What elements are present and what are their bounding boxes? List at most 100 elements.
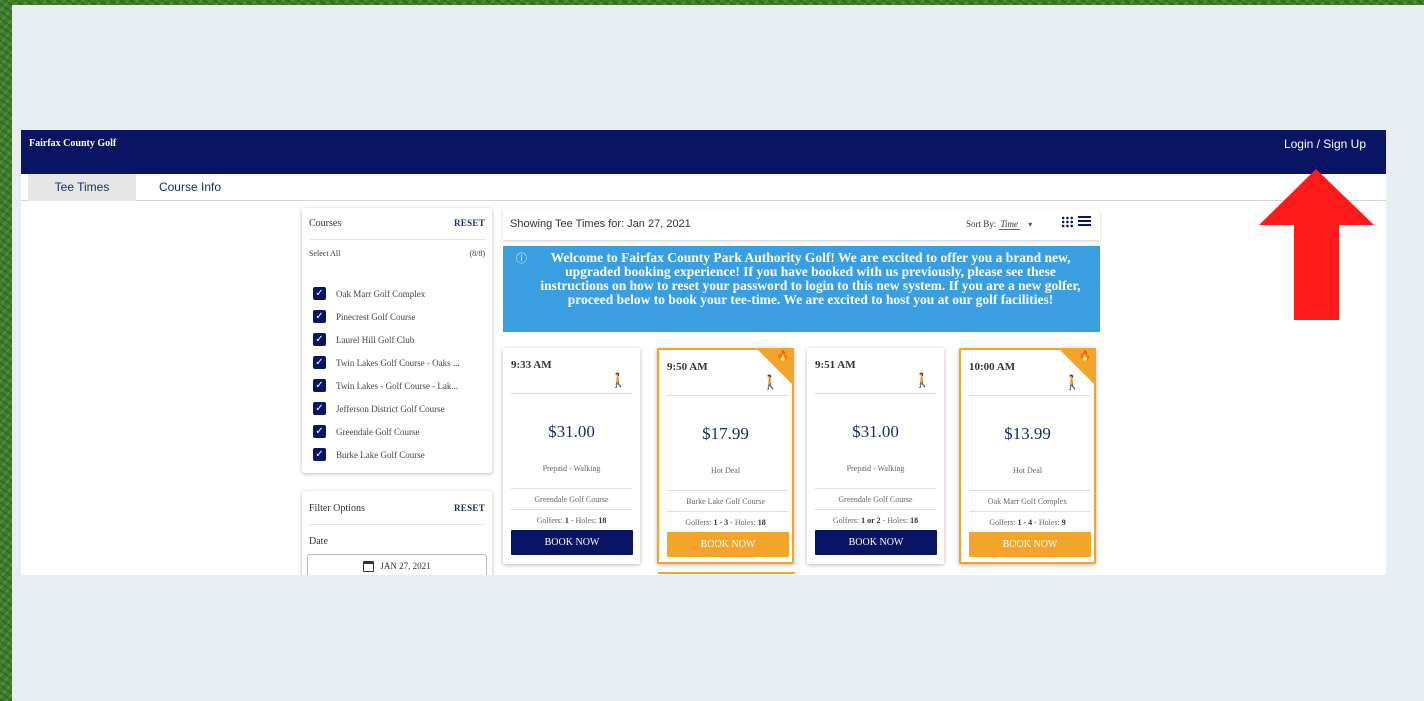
book-now-button[interactable]: BOOK NOW <box>969 532 1091 557</box>
chevron-down-icon[interactable]: ▾ <box>1028 220 1032 229</box>
walking-icon: 🚶 <box>609 373 627 389</box>
select-all-link[interactable]: Select All <box>309 249 340 258</box>
tee-time-card[interactable]: 9:33 AM 🚶 $31.00 Prepaid - Walking Green… <box>503 348 640 564</box>
checkbox-checked-icon[interactable]: ✓ <box>313 333 326 346</box>
course-item-jefferson-district[interactable]: ✓ Jefferson District Golf Course <box>313 397 485 420</box>
course-item-burke-lake[interactable]: ✓ Burke Lake Golf Course <box>313 443 485 466</box>
tab-course-info[interactable]: Course Info <box>136 174 244 201</box>
next-card-peek <box>658 572 795 575</box>
checkbox-checked-icon[interactable]: ✓ <box>313 425 326 438</box>
tee-time-card-hot-deal[interactable]: 🔥 10:00 AM 🚶 $13.99 Hot Deal Oak Marr Go… <box>959 348 1096 564</box>
divider <box>309 239 485 240</box>
divider <box>969 511 1090 512</box>
price: $13.99 <box>1004 424 1051 443</box>
welcome-banner: ⓘ Welcome to Fairfax County Park Authori… <box>503 246 1100 332</box>
rate-type: Prepaid - Walking <box>542 464 601 473</box>
golfers-holes: Golfers: 1 - 4 - Holes: 9 <box>989 518 1066 527</box>
tee-time-card[interactable]: 9:51 AM 🚶 $31.00 Prepaid - Walking Green… <box>807 348 944 564</box>
courses-title: Courses <box>309 218 342 229</box>
course-count: (8/8) <box>469 249 485 258</box>
date-value: JAN 27, 2021 <box>380 561 431 571</box>
sort-select[interactable]: Time <box>998 219 1021 230</box>
top-navbar: Fairfax County Golf Login / Sign Up <box>21 130 1386 174</box>
list-view-icon[interactable] <box>1078 216 1091 228</box>
course-item-laurel-hill[interactable]: ✓ Laurel Hill Golf Club <box>313 328 485 351</box>
filter-options-panel: Filter Options RESET Date JAN 27, 2021 <box>302 491 492 575</box>
date-picker[interactable]: JAN 27, 2021 <box>307 554 487 575</box>
flame-icon: 🔥 <box>776 351 789 362</box>
course-item-twin-lakes-oaks[interactable]: ✓ Twin Lakes Golf Course - Oaks ... <box>313 351 485 374</box>
checkbox-checked-icon[interactable]: ✓ <box>313 310 326 323</box>
course-item-pinecrest[interactable]: ✓ Pinecrest Golf Course <box>313 305 485 328</box>
sort-control: Sort By: Time ▾ <box>966 219 1032 230</box>
tee-time: 9:33 AM <box>511 359 552 371</box>
checkbox-checked-icon[interactable]: ✓ <box>313 287 326 300</box>
courses-panel: Courses RESET Select All (8/8) ✓ Oak Mar… <box>302 208 492 473</box>
course-label: Pinecrest Golf Course <box>336 311 416 322</box>
walking-icon: 🚶 <box>761 375 779 391</box>
calendar-icon <box>363 560 375 572</box>
tab-tee-times[interactable]: Tee Times <box>28 174 136 201</box>
booking-app: Fairfax County Golf Login / Sign Up Tee … <box>21 130 1386 575</box>
course-name: Greendale Golf Course <box>838 495 913 504</box>
course-label: Oak Marr Golf Complex <box>336 288 426 299</box>
course-label: Jefferson District Golf Course <box>336 403 445 414</box>
course-label: Twin Lakes Golf Course - Oaks ... <box>336 357 460 368</box>
divider <box>969 395 1090 396</box>
course-label: Burke Lake Golf Course <box>336 449 425 460</box>
divider <box>815 393 936 394</box>
golfers-holes: Golfers: 1 - 3 - Holes: 18 <box>685 518 766 527</box>
rate-type: Hot Deal <box>710 466 741 475</box>
courses-reset-button[interactable]: RESET <box>454 218 485 228</box>
book-now-button[interactable]: BOOK NOW <box>815 530 937 555</box>
course-item-greendale[interactable]: ✓ Greendale Golf Course <box>313 420 485 443</box>
divider <box>309 524 485 525</box>
divider <box>815 509 936 510</box>
course-name: Oak Marr Golf Complex <box>987 497 1068 506</box>
tee-time-card-hot-deal[interactable]: 🔥 9:50 AM 🚶 $17.99 Hot Deal Burke Lake G… <box>657 348 794 564</box>
divider <box>511 393 632 394</box>
checkbox-checked-icon[interactable]: ✓ <box>313 448 326 461</box>
showing-tee-times-label: Showing Tee Times for: Jan 27, 2021 <box>510 218 691 230</box>
divider <box>815 488 936 489</box>
tee-time: 9:50 AM <box>667 361 708 373</box>
rate-type: Hot Deal <box>1012 466 1043 475</box>
course-item-oak-marr[interactable]: ✓ Oak Marr Golf Complex <box>313 282 485 305</box>
grid-view-icon[interactable] <box>1061 216 1074 228</box>
book-now-button[interactable]: BOOK NOW <box>667 532 789 557</box>
flame-icon: 🔥 <box>1078 351 1091 362</box>
walking-icon: 🚶 <box>1063 375 1081 391</box>
price: $31.00 <box>548 422 595 441</box>
checkbox-checked-icon[interactable]: ✓ <box>313 356 326 369</box>
divider <box>667 395 788 396</box>
brand-title: Fairfax County Golf <box>29 138 117 149</box>
course-name: Greendale Golf Course <box>534 495 609 504</box>
divider <box>667 511 788 512</box>
rate-type: Prepaid - Walking <box>846 464 905 473</box>
checkbox-checked-icon[interactable]: ✓ <box>313 379 326 392</box>
course-label: Twin Lakes - Golf Course - Lak... <box>336 380 459 391</box>
divider <box>511 488 632 489</box>
tab-bar: Tee Times Course Info <box>21 174 1386 201</box>
red-arrow-annotation <box>1259 169 1374 320</box>
filter-reset-button[interactable]: RESET <box>454 503 485 513</box>
tee-time: 9:51 AM <box>815 359 856 371</box>
results-header: Showing Tee Times for: Jan 27, 2021 Sort… <box>503 210 1100 240</box>
price: $31.00 <box>852 422 899 441</box>
sort-label: Sort By: <box>966 219 997 229</box>
book-now-button[interactable]: BOOK NOW <box>511 530 633 555</box>
checkbox-checked-icon[interactable]: ✓ <box>313 402 326 415</box>
login-signup-link[interactable]: Login / Sign Up <box>1284 137 1366 151</box>
welcome-message: Welcome to Fairfax County Park Authority… <box>540 250 1081 307</box>
date-label: Date <box>309 536 328 547</box>
divider <box>667 490 788 491</box>
course-item-twin-lakes-lakes[interactable]: ✓ Twin Lakes - Golf Course - Lak... <box>313 374 485 397</box>
filter-options-title: Filter Options <box>309 503 365 514</box>
course-label: Laurel Hill Golf Club <box>336 334 415 345</box>
tee-time: 10:00 AM <box>969 361 1016 373</box>
course-label: Greendale Golf Course <box>336 426 420 437</box>
price: $17.99 <box>702 424 749 443</box>
course-name: Burke Lake Golf Course <box>686 497 765 506</box>
golfers-holes: Golfers: 1 or 2 - Holes: 18 <box>832 516 919 525</box>
course-list: ✓ Oak Marr Golf Complex ✓ Pinecrest Golf… <box>313 282 485 466</box>
